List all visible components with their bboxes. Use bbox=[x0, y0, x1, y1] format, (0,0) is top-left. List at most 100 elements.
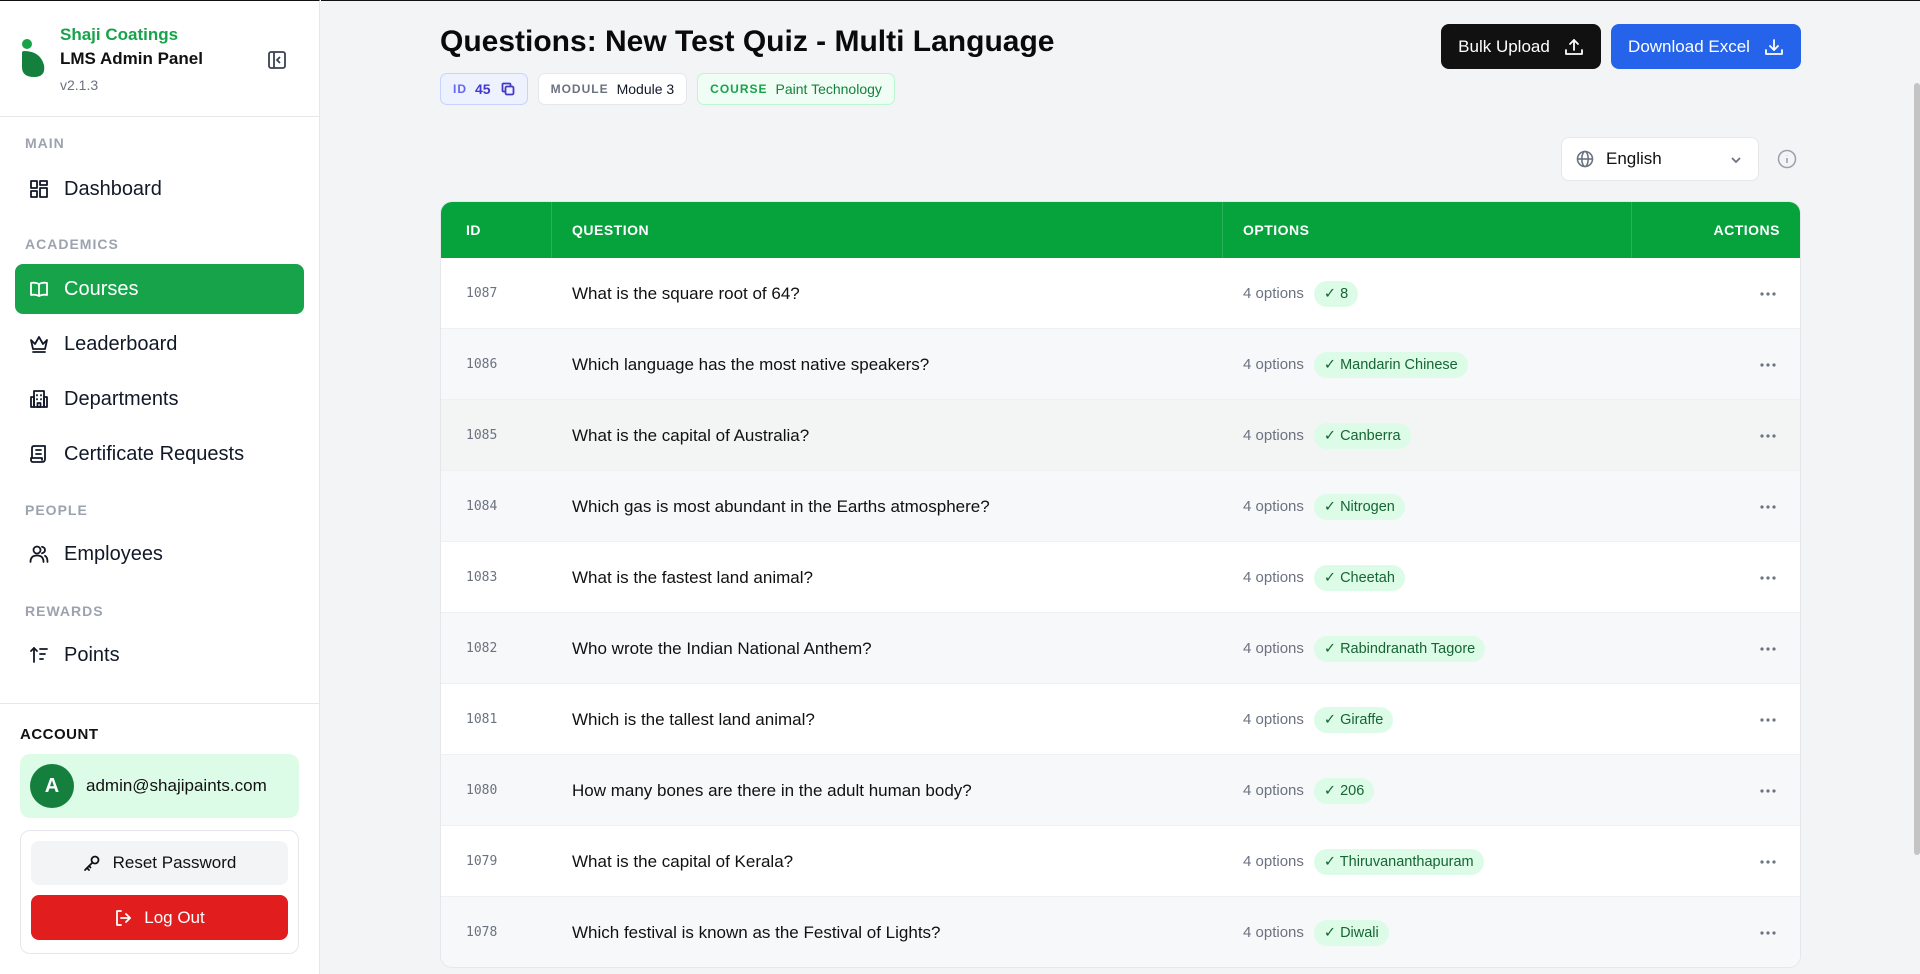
bulk-upload-button[interactable]: Bulk Upload bbox=[1441, 24, 1601, 69]
main-content: Questions: New Test Quiz - Multi Languag… bbox=[321, 0, 1920, 974]
question-text: What is the square root of 64? bbox=[572, 283, 800, 303]
row-actions-button[interactable] bbox=[1759, 542, 1777, 613]
row-actions-button[interactable] bbox=[1759, 400, 1777, 471]
options-count: 4 options bbox=[1243, 853, 1304, 870]
sidebar-item-dashboard[interactable]: Dashboard bbox=[15, 164, 304, 214]
account-email: admin@shajipaints.com bbox=[86, 776, 267, 795]
options-count: 4 options bbox=[1243, 711, 1304, 728]
sidebar-item-leaderboard[interactable]: Leaderboard bbox=[15, 319, 304, 369]
correct-answer-badge: ✓ Thiruvananthapuram bbox=[1313, 848, 1484, 875]
book-open-icon bbox=[30, 281, 48, 297]
options-cell: 4 options ✓ 8 bbox=[1243, 258, 1359, 329]
more-horizontal-icon bbox=[1760, 930, 1776, 935]
course-label: COURSE bbox=[710, 82, 768, 96]
sidebar-collapse-icon[interactable] bbox=[266, 49, 288, 71]
log-out-button[interactable]: Log Out bbox=[31, 895, 288, 940]
row-actions-button[interactable] bbox=[1759, 897, 1777, 967]
options-cell: 4 options ✓ Canberra bbox=[1243, 400, 1411, 471]
row-actions-button[interactable] bbox=[1759, 826, 1777, 897]
question-text: What is the fastest land animal? bbox=[572, 567, 813, 587]
question-text: What is the capital of Australia? bbox=[572, 425, 810, 445]
questions-table: ID QUESTION OPTIONS ACTIONS 1087 What is … bbox=[440, 201, 1801, 968]
copy-icon[interactable] bbox=[501, 82, 515, 96]
brand-header: Shaji Coatings LMS Admin Panel v2.1.3 bbox=[0, 1, 319, 117]
correct-answer-badge: ✓ Cheetah bbox=[1313, 564, 1405, 591]
row-actions-button[interactable] bbox=[1759, 755, 1777, 826]
more-horizontal-icon bbox=[1760, 291, 1776, 296]
brand-logo-icon bbox=[22, 39, 45, 77]
table-row[interactable]: 1085 What is the capital of Australia? 4 o… bbox=[441, 400, 1800, 471]
row-actions-button[interactable] bbox=[1759, 258, 1777, 329]
language-selected: English bbox=[1606, 149, 1662, 168]
table-row[interactable]: 1082 Who wrote the Indian National Anthem… bbox=[441, 613, 1800, 684]
table-row[interactable]: 1080 How many bones are there in the adul… bbox=[441, 755, 1800, 826]
table-row[interactable]: 1081 Which is the tallest land animal? 4 o… bbox=[441, 684, 1800, 755]
table-row[interactable]: 1079 What is the capital of Kerala? 4 opti… bbox=[441, 826, 1800, 897]
options-cell: 4 options ✓ Thiruvananthapuram bbox=[1243, 826, 1484, 897]
table-row[interactable]: 1078 Which festival is known as the Festi… bbox=[441, 897, 1800, 967]
options-cell: 4 options ✓ Giraffe bbox=[1243, 684, 1394, 755]
sidebar-item-label: Points bbox=[64, 643, 120, 666]
sidebar-item-departments[interactable]: Departments bbox=[15, 374, 304, 424]
question-id: 1082 bbox=[466, 641, 498, 656]
quiz-id-chip: ID 45 bbox=[440, 73, 528, 105]
more-horizontal-icon bbox=[1760, 717, 1776, 722]
column-header-question: QUESTION bbox=[572, 222, 650, 238]
quiz-meta: ID 45 MODULE Module 3 COURSE Paint Techn… bbox=[440, 73, 895, 105]
question-id: 1084 bbox=[466, 499, 498, 514]
more-horizontal-icon bbox=[1760, 433, 1776, 438]
globe-icon bbox=[1576, 150, 1594, 168]
table-header: ID QUESTION OPTIONS ACTIONS bbox=[441, 202, 1800, 258]
account-section: ACCOUNT A admin@shajipaints.com Reset Pa… bbox=[0, 703, 320, 974]
row-actions-button[interactable] bbox=[1759, 684, 1777, 755]
table-body: 1087 What is the square root of 64? 4 opti… bbox=[441, 258, 1800, 967]
sidebar-item-courses[interactable]: Courses bbox=[15, 264, 304, 314]
sidebar-item-employees[interactable]: Employees bbox=[15, 529, 304, 579]
question-id: 1080 bbox=[466, 783, 498, 798]
chevron-down-icon bbox=[1731, 157, 1741, 164]
course-chip: COURSE Paint Technology bbox=[697, 73, 895, 105]
more-horizontal-icon bbox=[1760, 646, 1776, 651]
account-heading: ACCOUNT bbox=[20, 726, 99, 743]
quiz-id-label: ID bbox=[453, 82, 467, 96]
more-horizontal-icon bbox=[1760, 362, 1776, 367]
download-icon bbox=[1765, 38, 1783, 55]
sidebar-item-label: Departments bbox=[64, 387, 179, 410]
row-actions-button[interactable] bbox=[1759, 613, 1777, 684]
more-horizontal-icon bbox=[1760, 575, 1776, 580]
nav-section-rewards: REWARDS bbox=[25, 603, 104, 619]
page-title: Questions: New Test Quiz - Multi Languag… bbox=[440, 25, 1055, 58]
log-out-label: Log Out bbox=[144, 907, 205, 927]
options-count: 4 options bbox=[1243, 498, 1304, 515]
sidebar-item-points[interactable]: Points bbox=[15, 630, 304, 680]
correct-answer-badge: ✓ Mandarin Chinese bbox=[1313, 351, 1468, 378]
table-row[interactable]: 1086 Which language has the most native s… bbox=[441, 329, 1800, 400]
table-row[interactable]: 1083 What is the fastest land animal? 4 op… bbox=[441, 542, 1800, 613]
table-row[interactable]: 1084 Which gas is most abundant in the Ea… bbox=[441, 471, 1800, 542]
row-actions-button[interactable] bbox=[1759, 471, 1777, 542]
correct-answer-badge: ✓ 8 bbox=[1313, 280, 1359, 307]
info-icon[interactable] bbox=[1776, 148, 1798, 170]
reset-password-button[interactable]: Reset Password bbox=[31, 841, 288, 885]
sidebar-item-certificate-requests[interactable]: Certificate Requests bbox=[15, 429, 304, 479]
options-count: 4 options bbox=[1243, 356, 1304, 373]
language-select[interactable]: English bbox=[1561, 137, 1759, 181]
sidebar-item-label: Leaderboard bbox=[64, 332, 178, 355]
sidebar-item-label: Employees bbox=[64, 542, 163, 565]
table-row[interactable]: 1087 What is the square root of 64? 4 opti… bbox=[441, 258, 1800, 329]
account-actions: Reset Password Log Out bbox=[20, 830, 299, 954]
more-horizontal-icon bbox=[1760, 788, 1776, 793]
crown-icon bbox=[30, 336, 48, 353]
brand-company: Shaji Coatings bbox=[60, 25, 179, 44]
page-scrollbar[interactable] bbox=[1914, 83, 1920, 855]
bulk-upload-label: Bulk Upload bbox=[1458, 36, 1550, 56]
options-cell: 4 options ✓ Diwali bbox=[1243, 897, 1389, 967]
row-actions-button[interactable] bbox=[1759, 329, 1777, 400]
question-id: 1083 bbox=[466, 570, 498, 585]
more-horizontal-icon bbox=[1760, 504, 1776, 509]
options-count: 4 options bbox=[1243, 569, 1304, 586]
module-label: MODULE bbox=[550, 82, 609, 96]
nav-section-main: MAIN bbox=[25, 135, 65, 151]
download-excel-button[interactable]: Download Excel bbox=[1611, 24, 1801, 69]
app-version: v2.1.3 bbox=[60, 77, 99, 93]
